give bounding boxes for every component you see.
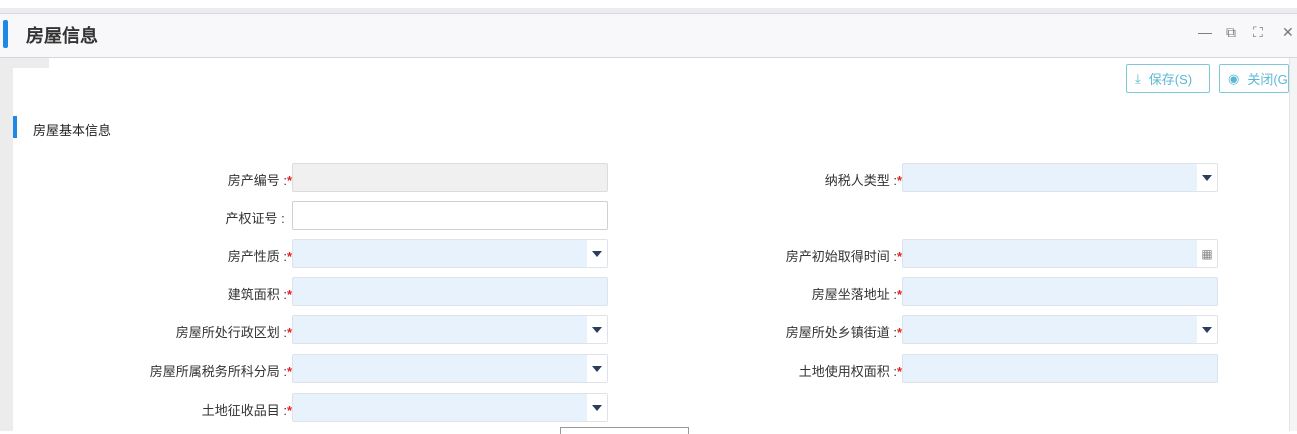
field-label: 房屋所处行政区划 :* [12,322,292,341]
field-label: 产权证号 : [12,208,292,227]
input-field[interactable] [902,354,1218,383]
calendar-icon[interactable]: ▦ [1197,240,1217,267]
close-icon[interactable]: ✕ [1282,24,1294,41]
chevron-down-icon[interactable] [587,240,607,267]
field-label: 纳税人类型 :* [622,170,902,189]
label-text: 房产性质 : [227,249,287,264]
chevron-down-icon[interactable] [587,355,607,382]
label-text: 房产初始取得时间 : [785,249,897,264]
save-icon: ⤓ [1135,70,1141,86]
date-field[interactable]: ▦ [902,239,1218,268]
close-button[interactable]: ◉ 关闭(G [1219,64,1289,93]
required-mark [285,211,292,226]
label-text: 建筑面积 : [227,287,287,302]
save-label: 保存(S) [1148,72,1193,87]
input-field [292,163,608,192]
select-field[interactable] [292,354,608,383]
label-text: 土地使用权面积 : [798,364,897,379]
chevron-down-icon[interactable] [587,394,607,421]
field-label: 房产性质 :* [12,246,292,265]
field-label: 房产初始取得时间 :* [622,246,902,265]
label-text: 房屋所属税务所科分局 : [149,364,287,379]
window-header: 房屋信息 — ⧉ ⛶ ✕ [0,14,1297,58]
select-field[interactable] [902,315,1218,344]
select-field[interactable] [902,163,1218,192]
minimize-icon[interactable]: — [1198,24,1212,40]
section-accent [13,116,17,138]
maximize-icon[interactable]: ⛶ [1253,24,1263,41]
select-field[interactable] [292,393,608,422]
field-label: 房屋坐落地址 :* [622,284,902,303]
page-title: 房屋信息 [26,26,98,46]
input-field[interactable] [902,277,1218,306]
input-field[interactable] [292,277,608,306]
select-field[interactable] [292,239,608,268]
section-title: 房屋基本信息 [33,123,112,138]
stop-icon: ◉ [1228,70,1240,86]
gutter-corner [13,58,49,68]
scrollbar[interactable] [1289,58,1297,431]
label-text: 房屋所处行政区划 : [175,325,287,340]
label-text: 土地征收品目 : [201,403,287,418]
input-field[interactable] [292,201,608,230]
label-text: 房屋所处乡镇街道 : [785,325,897,340]
top-strip [0,0,1297,8]
field-label: 房屋所属税务所科分局 :* [12,361,292,380]
save-button[interactable]: ⤓ 保存(S) [1126,64,1210,93]
label-text: 产权证号 : [225,211,285,226]
label-text: 房产编号 : [227,173,287,188]
chevron-down-icon[interactable] [1197,164,1217,191]
field-label: 房产编号 :* [12,170,292,189]
field-label: 土地使用权面积 :* [622,361,902,380]
label-text: 纳税人类型 : [824,173,897,188]
field-label: 建筑面积 :* [12,284,292,303]
title-accent [3,20,8,48]
close-label: 关闭(G [1247,72,1288,87]
label-text: 房屋坐落地址 : [811,287,897,302]
restore-icon[interactable]: ⧉ [1226,24,1236,41]
chevron-down-icon[interactable] [587,316,607,343]
field-label: 土地征收品目 :* [12,400,292,419]
field-label: 房屋所处乡镇街道 :* [622,322,902,341]
select-field[interactable] [292,315,608,344]
chevron-down-icon[interactable] [1197,316,1217,343]
